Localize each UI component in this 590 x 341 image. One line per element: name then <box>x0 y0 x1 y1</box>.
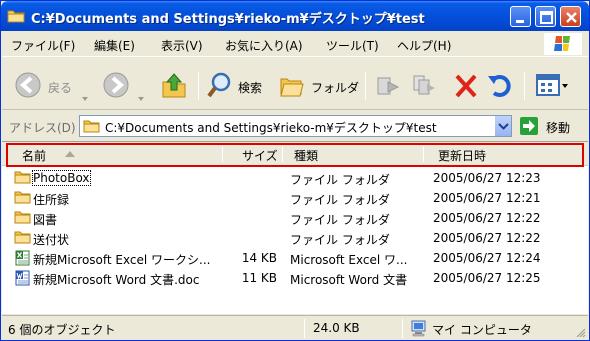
item-name[interactable]: 新規Microsoft Word 文書.doc <box>33 271 199 288</box>
back-icon[interactable] <box>14 70 42 100</box>
status-divider <box>304 319 305 338</box>
item-modified: 2005/06/27 12:22 <box>433 231 541 245</box>
menu-bar: ファイル(F) 編集(E) 表示(V) お気に入り(A) ツール(T) ヘルプ(… <box>2 31 588 57</box>
back-label[interactable]: 戻る <box>48 79 72 96</box>
address-input[interactable]: C:¥Documents and Settings¥rieko-m¥デスクトップ… <box>79 115 512 137</box>
search-label[interactable]: 検索 <box>238 79 262 96</box>
toolbar-separator <box>198 72 199 100</box>
item-name[interactable]: PhotoBox <box>32 170 91 186</box>
status-location: マイ コンピュータ <box>432 323 532 337</box>
title-bar[interactable]: C:¥Documents and Settings¥rieko-m¥デスクトップ… <box>1 1 589 31</box>
search-icon[interactable] <box>206 70 234 100</box>
maximize-button[interactable] <box>535 6 556 27</box>
column-header-size[interactable]: サイズ <box>242 147 278 164</box>
folder-icon <box>14 191 31 204</box>
column-divider[interactable] <box>423 146 424 162</box>
views-icon[interactable] <box>534 70 570 100</box>
address-bar: アドレス(D) C:¥Documents and Settings¥rieko-… <box>2 111 588 141</box>
status-bar: 6 個のオブジェクト 24.0 KB マイ コンピュータ <box>2 315 588 340</box>
column-divider[interactable] <box>282 146 283 162</box>
address-value[interactable]: C:¥Documents and Settings¥rieko-m¥デスクトップ… <box>105 119 437 136</box>
forward-icon[interactable] <box>102 70 130 100</box>
address-dropdown-button[interactable] <box>494 116 511 136</box>
item-modified: 2005/06/27 12:22 <box>433 211 541 225</box>
item-modified: 2005/06/27 12:24 <box>433 251 541 265</box>
status-size: 24.0 KB <box>313 321 360 335</box>
column-header-modified[interactable]: 更新日時 <box>438 147 486 164</box>
item-name[interactable]: 新規Microsoft Excel ワークシ... <box>33 251 210 268</box>
folder-up-icon[interactable] <box>160 70 188 100</box>
move-to-icon[interactable] <box>374 70 402 100</box>
close-button[interactable] <box>560 6 581 27</box>
my-computer-icon <box>411 320 426 337</box>
menu-help[interactable]: ヘルプ(H) <box>397 37 451 54</box>
go-label[interactable]: 移動 <box>546 119 570 136</box>
item-name[interactable]: 住所録 <box>33 191 69 208</box>
list-item[interactable]: 送付状 ファイル フォルダ 2005/06/27 12:22 <box>2 228 588 248</box>
status-divider <box>402 319 403 338</box>
item-name[interactable]: 図書 <box>33 211 57 228</box>
list-item[interactable]: 新規Microsoft Excel ワークシ... 14 KB Microsof… <box>2 248 588 268</box>
forward-dropdown-icon[interactable] <box>136 84 146 114</box>
item-type: Microsoft Excel ワ... <box>290 253 408 267</box>
item-type: ファイル フォルダ <box>290 213 390 227</box>
delete-icon[interactable] <box>452 70 480 100</box>
status-object-count: 6 個のオブジェクト <box>8 323 116 337</box>
folder-icon <box>14 211 31 224</box>
item-modified: 2005/06/27 12:23 <box>433 171 541 185</box>
item-type: ファイル フォルダ <box>290 233 390 247</box>
close-icon <box>566 12 577 23</box>
folders-icon[interactable] <box>278 70 306 100</box>
list-item[interactable]: PhotoBox ファイル フォルダ 2005/06/27 12:23 <box>2 168 588 188</box>
windows-logo <box>544 33 582 55</box>
menu-file[interactable]: ファイル(F) <box>11 37 75 54</box>
go-arrow-icon <box>523 120 535 132</box>
undo-icon[interactable] <box>486 70 514 100</box>
maximize-icon <box>540 11 553 24</box>
folder-icon <box>14 171 31 184</box>
item-modified: 2005/06/27 12:21 <box>433 191 541 205</box>
item-name[interactable]: 送付状 <box>33 231 69 248</box>
toolbar-separator <box>365 72 366 100</box>
item-type: ファイル フォルダ <box>290 193 390 207</box>
excel-icon <box>15 250 30 266</box>
column-divider[interactable] <box>222 146 223 162</box>
back-dropdown-icon[interactable] <box>80 84 90 114</box>
resize-grip-icon[interactable] <box>574 326 586 338</box>
list-item[interactable]: 図書 ファイル フォルダ 2005/06/27 12:22 <box>2 208 588 228</box>
address-label: アドレス(D) <box>9 121 76 135</box>
chevron-down-icon <box>498 123 509 130</box>
copy-to-icon[interactable] <box>410 70 438 100</box>
menu-favorites[interactable]: お気に入り(A) <box>225 37 303 54</box>
minimize-icon <box>516 20 524 23</box>
list-header: 名前 サイズ 種類 更新日時 <box>2 142 588 166</box>
minimize-button[interactable] <box>510 6 531 27</box>
menu-tools[interactable]: ツール(T) <box>326 37 379 54</box>
toolbar: 戻る 検索 フォルダ <box>2 58 588 110</box>
go-button[interactable] <box>520 117 538 135</box>
folder-icon <box>7 10 25 23</box>
menu-view[interactable]: 表示(V) <box>161 37 203 54</box>
list-item[interactable]: 新規Microsoft Word 文書.doc 11 KB Microsoft … <box>2 268 588 288</box>
toolbar-separator <box>524 72 525 100</box>
explorer-window: C:¥Documents and Settings¥rieko-m¥デスクトップ… <box>0 0 590 341</box>
menu-edit[interactable]: 編集(E) <box>94 37 135 54</box>
window-title: C:¥Documents and Settings¥rieko-m¥デスクトップ… <box>31 12 425 27</box>
windows-flag-icon <box>554 36 570 51</box>
item-type: ファイル フォルダ <box>290 173 390 187</box>
column-header-name[interactable]: 名前 <box>22 147 46 164</box>
column-header-type[interactable]: 種類 <box>294 147 318 164</box>
folders-label[interactable]: フォルダ <box>311 79 359 96</box>
item-type: Microsoft Word 文書 <box>290 273 408 287</box>
item-size: 14 KB <box>241 251 277 265</box>
item-size: 11 KB <box>241 271 277 285</box>
folder-icon <box>14 231 31 244</box>
folder-icon <box>83 120 100 133</box>
item-modified: 2005/06/27 12:25 <box>433 271 541 285</box>
file-list: 名前 サイズ 種類 更新日時 PhotoBox ファイル フォルダ 2005/0… <box>2 141 588 314</box>
word-icon <box>15 270 30 286</box>
list-item[interactable]: 住所録 ファイル フォルダ 2005/06/27 12:21 <box>2 188 588 208</box>
sort-ascending-icon <box>65 151 75 157</box>
